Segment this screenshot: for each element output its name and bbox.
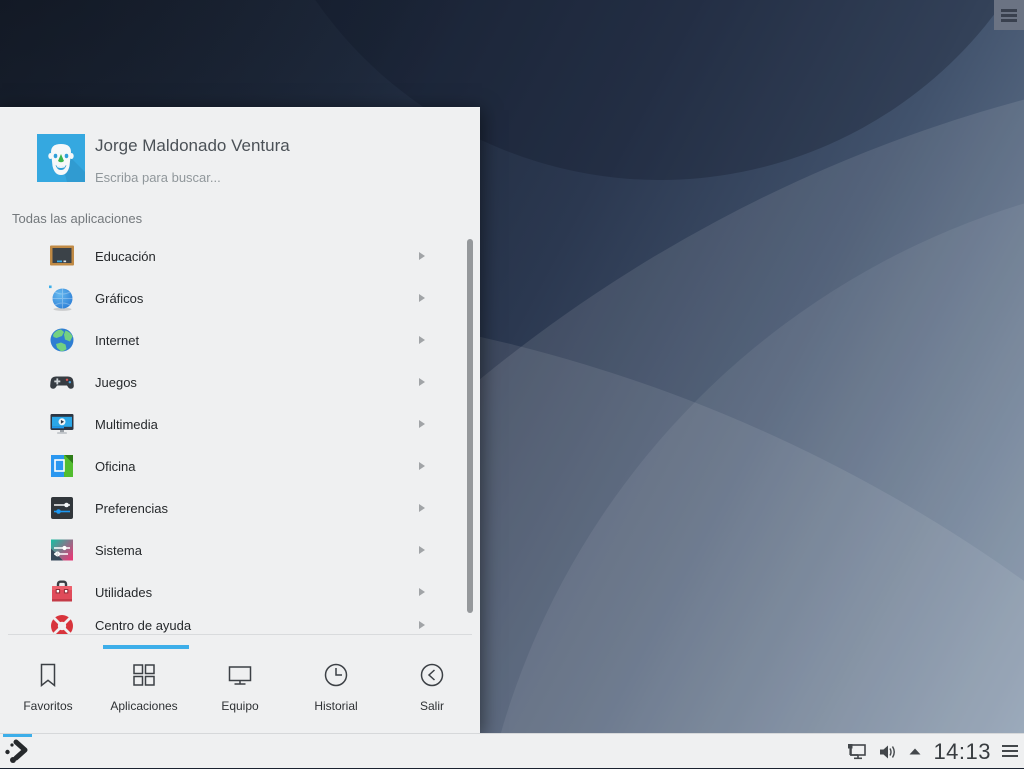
multimedia-player-icon	[48, 410, 76, 438]
tab-favoritos[interactable]: Favoritos	[0, 635, 96, 734]
active-launcher-indicator	[3, 734, 32, 737]
history-clock-icon	[321, 660, 351, 690]
desktop-toolbox-button[interactable]	[994, 0, 1024, 30]
category-juegos[interactable]: Juegos	[0, 361, 480, 403]
tab-aplicaciones[interactable]: Aplicaciones	[96, 635, 192, 734]
hamburger-icon	[1001, 8, 1017, 22]
leave-icon	[417, 660, 447, 690]
submenu-arrow-icon	[419, 504, 425, 512]
submenu-arrow-icon	[419, 378, 425, 386]
internet-globe-icon	[48, 326, 76, 354]
office-document-icon	[48, 452, 76, 480]
tab-salir[interactable]: Salir	[384, 635, 480, 734]
application-launcher-popup: Jorge Maldonado Ventura Todas las aplica…	[0, 107, 480, 734]
category-educacion[interactable]: Educación	[0, 235, 480, 277]
system-settings-icon	[48, 536, 76, 564]
kicker-logo-icon	[5, 739, 28, 763]
category-multimedia[interactable]: Multimedia	[0, 403, 480, 445]
graphics-sphere-icon	[48, 284, 76, 312]
computer-icon	[225, 660, 255, 690]
submenu-arrow-icon	[419, 588, 425, 596]
help-lifebuoy-icon	[48, 611, 76, 634]
volume-icon[interactable]	[878, 744, 897, 760]
expand-arrow-icon[interactable]	[908, 747, 922, 756]
category-internet[interactable]: Internet	[0, 319, 480, 361]
user-name: Jorge Maldonado Ventura	[95, 136, 290, 155]
category-preferencias[interactable]: Preferencias	[0, 487, 480, 529]
games-gamepad-icon	[48, 368, 76, 396]
submenu-arrow-icon	[419, 252, 425, 260]
category-centro-de-ayuda[interactable]: Centro de ayuda	[0, 604, 480, 634]
user-avatar[interactable]	[37, 134, 85, 182]
submenu-arrow-icon	[419, 462, 425, 470]
category-graficos[interactable]: Gráficos	[0, 277, 480, 319]
tab-equipo[interactable]: Equipo	[192, 635, 288, 734]
applications-grid-icon	[129, 660, 159, 690]
overflow-menu-icon[interactable]	[1002, 745, 1018, 758]
scrollbar-thumb[interactable]	[467, 239, 473, 613]
submenu-arrow-icon	[419, 420, 425, 428]
search-input[interactable]	[95, 170, 395, 185]
education-chalkboard-icon	[48, 242, 76, 270]
submenu-arrow-icon	[419, 294, 425, 302]
system-tray: 14:13	[847, 734, 1018, 769]
taskbar-panel: 14:13	[0, 733, 1024, 768]
preferences-sliders-icon	[48, 494, 76, 522]
submenu-arrow-icon	[419, 336, 425, 344]
panel-clock[interactable]: 14:13	[933, 739, 991, 765]
category-sistema[interactable]: Sistema	[0, 529, 480, 571]
network-icon[interactable]	[847, 743, 867, 761]
launcher-tabbar: Favoritos Aplicaciones Equipo Historial …	[0, 635, 480, 734]
bookmark-icon	[33, 660, 63, 690]
category-oficina[interactable]: Oficina	[0, 445, 480, 487]
breadcrumb-all-applications[interactable]: Todas las aplicaciones	[12, 211, 142, 226]
tab-historial[interactable]: Historial	[288, 635, 384, 734]
submenu-arrow-icon	[419, 621, 425, 629]
submenu-arrow-icon	[419, 546, 425, 554]
application-category-list: Educación Gráficos Internet Juegos Multi…	[0, 235, 480, 634]
utilities-toolbox-icon	[48, 578, 76, 606]
application-launcher-button[interactable]	[0, 734, 36, 769]
